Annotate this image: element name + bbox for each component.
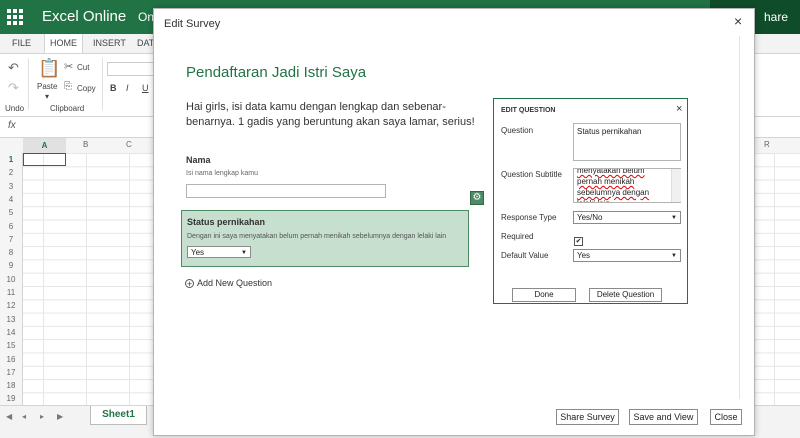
subtitle-text: menyatakan belum pernah menikah sebelumn… — [577, 168, 650, 202]
question-label: Status pernikahan — [187, 217, 266, 227]
close-button[interactable]: Close — [710, 409, 742, 425]
row-header[interactable]: 5 — [0, 208, 22, 217]
status-select[interactable]: Yes ▼ — [187, 246, 251, 258]
question-label[interactable]: Nama — [186, 155, 211, 165]
question-field-label: Question — [501, 126, 534, 135]
edit-question-panel: EDIT QUESTION × Question Status pernikah… — [493, 98, 688, 304]
copy-icon[interactable]: ⎘ — [64, 81, 72, 92]
italic-button[interactable]: I — [126, 83, 129, 93]
row-header[interactable]: 1 — [0, 155, 22, 164]
row-header[interactable]: 12 — [0, 301, 22, 310]
app-name: Excel Online — [42, 8, 127, 25]
tab-data[interactable]: DAT — [137, 38, 154, 48]
sheet-tab-sheet1[interactable]: Sheet1 — [90, 406, 147, 425]
paste-dropdown-icon[interactable]: ▾ — [45, 92, 49, 101]
ribbon-divider — [28, 58, 29, 110]
add-new-question-button[interactable]: + Add New Question — [185, 278, 272, 288]
tab-file[interactable]: FILE — [12, 38, 31, 48]
delete-question-button[interactable]: Delete Question — [589, 288, 662, 302]
row-header[interactable]: 3 — [0, 182, 22, 191]
edit-panel-close-icon[interactable]: × — [676, 103, 682, 115]
column-header-a[interactable]: A — [23, 138, 66, 153]
underline-button[interactable]: U — [142, 83, 149, 93]
save-and-view-button[interactable]: Save and View — [629, 409, 698, 425]
row-header[interactable]: 17 — [0, 368, 22, 377]
default-value-value: Yes — [577, 251, 591, 260]
tab-home[interactable]: HOME — [44, 34, 83, 53]
dialog-close-icon[interactable]: × — [734, 13, 742, 29]
fx-icon[interactable]: fx — [8, 120, 16, 131]
default-value-label: Default Value — [501, 251, 549, 260]
selected-cell[interactable] — [23, 153, 66, 166]
add-new-question-label: Add New Question — [197, 278, 273, 288]
row-header[interactable]: 4 — [0, 195, 22, 204]
app-launcher-icon[interactable] — [7, 9, 23, 25]
tab-insert[interactable]: INSERT — [93, 38, 126, 48]
font-name-field[interactable] — [107, 62, 155, 76]
chevron-down-icon: ▼ — [671, 215, 677, 221]
selected-question[interactable]: Status pernikahan Dengan ini saya menyat… — [181, 210, 469, 267]
name-input[interactable] — [186, 184, 386, 198]
dialog-title: Edit Survey — [164, 18, 221, 30]
row-header[interactable]: 13 — [0, 315, 22, 324]
edit-panel-title: EDIT QUESTION — [501, 107, 556, 114]
question-subtitle: Isi nama lengkap kamu — [186, 170, 258, 177]
column-header-b[interactable]: B — [83, 140, 88, 149]
subtitle-textarea[interactable]: menyatakan belum pernah menikah sebelumn… — [573, 168, 681, 203]
row-header[interactable]: 7 — [0, 235, 22, 244]
row-header[interactable]: 9 — [0, 261, 22, 270]
row-header[interactable]: 14 — [0, 328, 22, 337]
last-sheet-icon[interactable]: ▶ — [57, 412, 63, 421]
prev-sheet-icon[interactable]: ◂ — [22, 412, 26, 421]
redo-icon[interactable]: ↷ — [8, 80, 19, 96]
row-header[interactable]: 8 — [0, 248, 22, 257]
copy-label[interactable]: Copy — [77, 84, 96, 93]
column-header-c[interactable]: C — [126, 140, 132, 149]
row-header[interactable]: 18 — [0, 381, 22, 390]
row-header[interactable]: 10 — [0, 275, 22, 284]
row-header[interactable]: 6 — [0, 222, 22, 231]
cut-label[interactable]: Cut — [77, 63, 89, 72]
undo-icon[interactable]: ↶ — [8, 60, 19, 76]
response-type-select[interactable]: Yes/No ▼ — [573, 211, 681, 224]
question-subtitle: Dengan ini saya menyatakan belum pernah … — [187, 233, 447, 240]
paste-label[interactable]: Paste — [37, 82, 57, 91]
response-type-label: Response Type — [501, 213, 557, 222]
row-header[interactable]: 11 — [0, 288, 22, 297]
first-sheet-icon[interactable]: ◀ — [6, 412, 12, 421]
survey-title[interactable]: Pendaftaran Jadi Istri Saya — [186, 64, 366, 81]
bold-button[interactable]: B — [110, 83, 117, 93]
document-name[interactable]: On — [138, 10, 154, 24]
undo-label: Undo — [5, 104, 25, 113]
chevron-down-icon: ▼ — [241, 250, 247, 256]
ribbon-divider — [102, 58, 103, 110]
gear-icon[interactable]: ⚙ — [470, 191, 484, 205]
paste-icon[interactable]: 📋 — [38, 58, 60, 79]
required-label: Required — [501, 232, 534, 241]
column-header-r[interactable]: R — [764, 140, 770, 149]
share-survey-button[interactable]: Share Survey — [556, 409, 619, 425]
survey-description[interactable]: Hai girls, isi data kamu dengan lengkap … — [186, 100, 476, 130]
response-type-value: Yes/No — [577, 213, 603, 222]
row-header[interactable]: 16 — [0, 355, 22, 364]
status-select-value: Yes — [191, 248, 205, 257]
edit-survey-dialog: Edit Survey × Pendaftaran Jadi Istri Say… — [153, 8, 755, 436]
plus-circle-icon: + — [185, 278, 194, 289]
question-textarea[interactable]: Status pernikahan — [573, 123, 681, 161]
row-header[interactable]: 2 — [0, 168, 22, 177]
subtitle-field-label: Question Subtitle — [501, 170, 562, 179]
chevron-down-icon: ▼ — [671, 253, 677, 259]
next-sheet-icon[interactable]: ▸ — [40, 412, 44, 421]
clipboard-group-label: Clipboard — [50, 104, 85, 113]
default-value-select[interactable]: Yes ▼ — [573, 249, 681, 262]
row-header[interactable]: 19 — [0, 394, 22, 403]
subtitle-scrollbar[interactable] — [671, 169, 681, 202]
required-checkbox[interactable]: ✔ — [574, 237, 583, 246]
cut-icon[interactable]: ✂ — [64, 60, 73, 73]
row-header[interactable]: 15 — [0, 341, 22, 350]
done-button[interactable]: Done — [512, 288, 576, 302]
